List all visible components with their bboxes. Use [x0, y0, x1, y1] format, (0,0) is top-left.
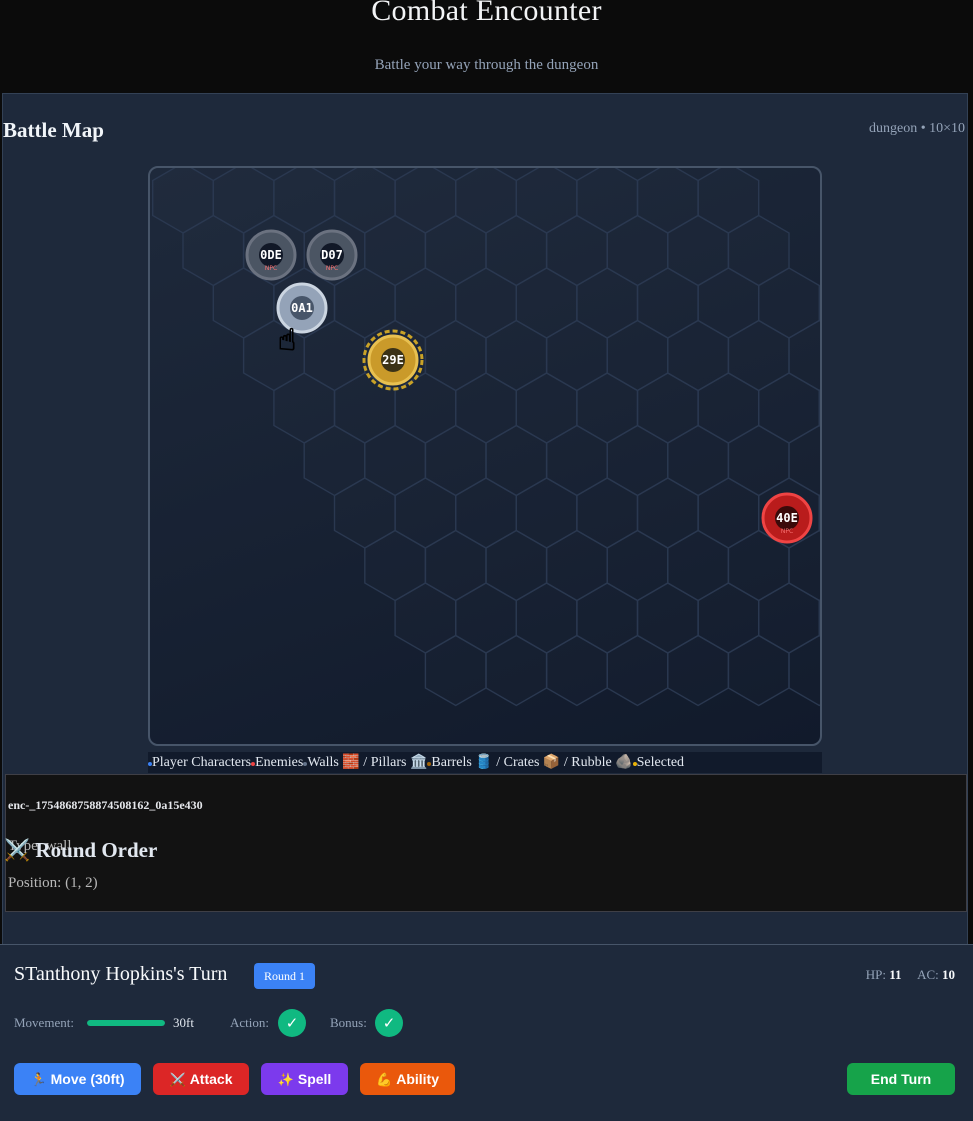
hex-grid[interactable]: 0DE NPC D07 NPC 0A1 29E 40E NPC ☝	[150, 168, 822, 746]
action-label: Action:	[230, 1015, 269, 1030]
battle-map-meta: dungeon • 10×10	[868, 121, 965, 136]
legend-item-barrels: Barrels 🛢️ / Crates 📦 / Rubble 🪨	[427, 754, 633, 771]
token-label: 29E	[382, 353, 404, 367]
round-badge: Round 1	[254, 963, 316, 989]
turn-title: STanthony Hopkins's Turn	[14, 963, 228, 985]
token-40e[interactable]: 40E NPC	[761, 492, 813, 544]
attack-button[interactable]: ⚔️ Attack	[153, 1063, 249, 1095]
page-header: Combat Encounter Battle your way through…	[0, 0, 973, 94]
action-available-check-icon: ✓	[278, 1009, 306, 1037]
sparkles-icon: ✨	[277, 1073, 294, 1088]
tile-id: enc-_1754868758874508162_0a15e430	[8, 798, 203, 812]
token-0de[interactable]: 0DE NPC	[245, 229, 297, 281]
tile-position: Position: (1, 2)	[8, 875, 98, 891]
token-label: 0A1	[291, 301, 313, 315]
legend-item-enemies: Enemies	[251, 755, 303, 771]
move-button[interactable]: 🏃 Move (30ft)	[14, 1063, 141, 1095]
token-sublabel: NPC	[326, 265, 338, 272]
bonus-available-check-icon: ✓	[375, 1009, 403, 1037]
page-subtitle: Battle your way through the dungeon	[374, 57, 599, 73]
run-icon: 🏃	[30, 1073, 47, 1088]
turn-bar: STanthony Hopkins's Turn Round 1 HP: 11 …	[0, 944, 973, 1121]
movement-value: 30ft	[173, 1015, 194, 1030]
ac-label: AC:	[917, 967, 939, 982]
movement-label: Movement:	[14, 1015, 74, 1030]
initiative-heading: ⚔️ Round Order	[4, 838, 158, 862]
bonus-label: Bonus:	[330, 1015, 367, 1030]
token-sublabel: NPC	[265, 265, 277, 272]
movement-bar-fill	[87, 1020, 165, 1026]
battle-map-title: Battle Map	[3, 118, 104, 142]
hand-pointer-cursor-icon: ☝	[278, 323, 296, 358]
legend-item-selected: Selected	[632, 755, 684, 771]
legend-item-walls: Walls 🧱 / Pillars 🏛️	[303, 754, 427, 771]
token-label: 0DE	[260, 248, 282, 262]
page-title: Combat Encounter	[371, 0, 602, 27]
token-sublabel: NPC	[781, 528, 793, 535]
ac-value: 10	[942, 967, 955, 982]
map-legend: Player Characters Enemies Walls 🧱 / Pill…	[148, 752, 822, 773]
swords-icon: ⚔️	[169, 1073, 186, 1088]
token-label: D07	[321, 248, 343, 262]
token-label: 40E	[776, 511, 798, 525]
hp-value: 11	[889, 967, 902, 982]
flexed-bicep-icon: 💪	[376, 1073, 393, 1088]
spell-button[interactable]: ✨ Spell	[261, 1063, 348, 1095]
ability-button[interactable]: 💪 Ability	[360, 1063, 455, 1095]
hex-grid-board[interactable]: 0DE NPC D07 NPC 0A1 29E 40E NPC ☝	[148, 166, 822, 746]
movement-bar	[87, 1020, 165, 1026]
token-d07[interactable]: D07 NPC	[306, 229, 358, 281]
legend-item-players: Player Characters	[148, 755, 251, 771]
character-stats: HP: 11 AC: 10	[866, 967, 955, 983]
hp-label: HP:	[865, 967, 886, 982]
battle-map-panel: Battle Map dungeon • 10×10 0DE NPC D07 NPC 0…	[2, 93, 968, 948]
end-turn-button[interactable]: End Turn	[847, 1063, 955, 1095]
